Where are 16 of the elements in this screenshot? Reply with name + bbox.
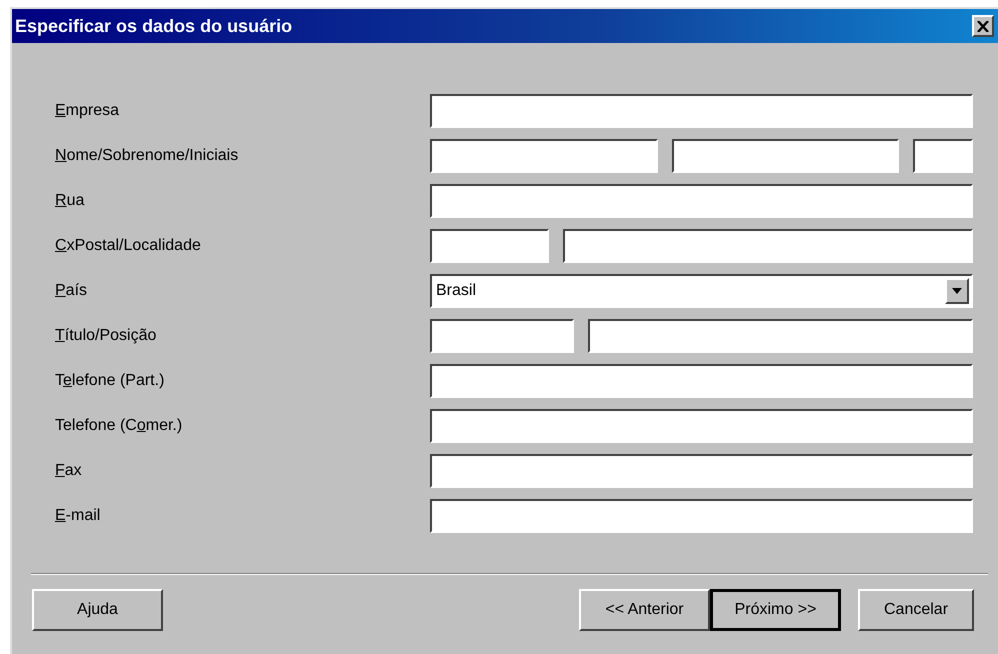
dialog-button[interactable]: Cancelar (858, 589, 974, 631)
field-label: Fax (55, 462, 83, 480)
dialog-button[interactable]: << Anterior (579, 589, 710, 631)
field-label: Telefone (Comer.) (55, 417, 184, 435)
field-label: Telefone (Part.) (55, 372, 166, 390)
field-label: Empresa (55, 102, 120, 120)
field-label: País (55, 282, 88, 300)
field-label: CxPostal/Localidade (55, 237, 202, 255)
field-label: Rua (55, 192, 86, 210)
field-label: Nome/Sobrenome/Iniciais (55, 147, 240, 165)
window-title: Especificar os dados do usuário (15, 16, 292, 36)
dialog-button[interactable]: Ajuda (32, 589, 163, 631)
dialog-button[interactable]: Próximo >> (710, 589, 841, 631)
country-dropdown[interactable]: Brasil (430, 274, 973, 308)
field-label: Título/Posição (55, 327, 158, 345)
field-label: E-mail (55, 507, 102, 525)
